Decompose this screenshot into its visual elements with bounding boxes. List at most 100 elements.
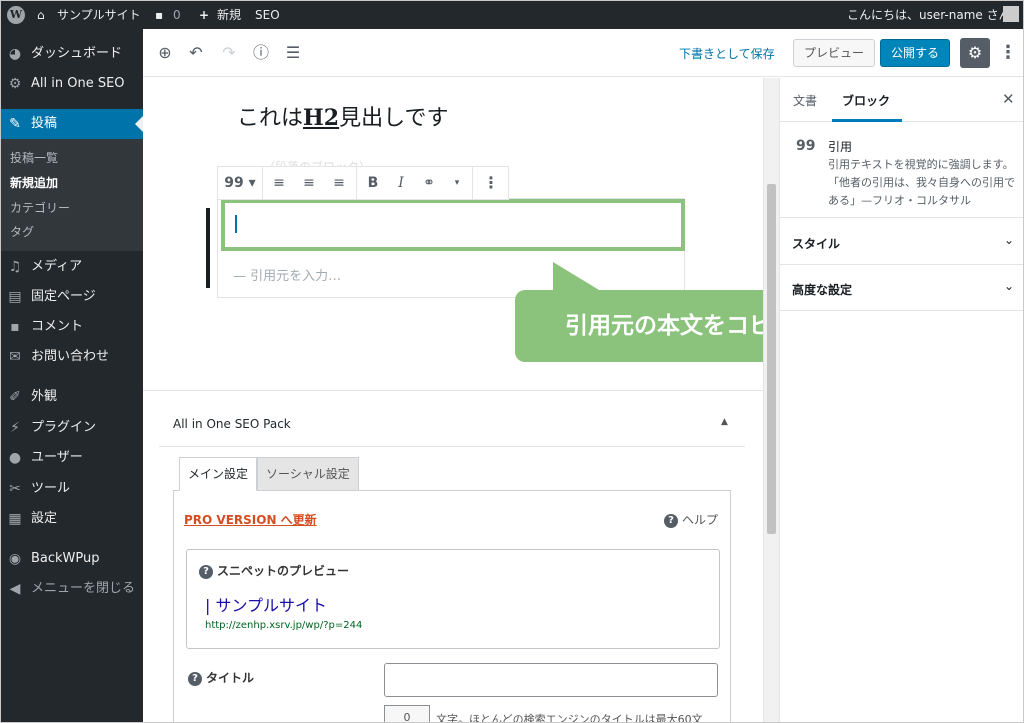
menu-users[interactable]: ● ユーザー xyxy=(1,443,143,473)
quote-text-input[interactable] xyxy=(221,199,685,251)
help-icon[interactable]: ? xyxy=(199,564,213,579)
plugin-icon: ⚡ xyxy=(10,420,20,436)
menu-media[interactable]: ♫ メディア xyxy=(1,252,143,282)
editor-scrollbar[interactable] xyxy=(763,78,779,722)
menu-collapse[interactable]: ◀ メニューを閉じる xyxy=(1,574,143,604)
panel-advanced[interactable]: 高度な設定 ⌄ xyxy=(780,265,1023,311)
menu-comments[interactable]: ▪ コメント xyxy=(1,312,143,342)
menu-contact[interactable]: ✉ お問い合わせ xyxy=(1,342,143,372)
panel-style[interactable]: スタイル ⌄ xyxy=(780,219,1023,265)
text-caret xyxy=(235,215,237,233)
link-icon[interactable]: ⚭ xyxy=(416,167,442,199)
menu-label: ツール xyxy=(31,481,71,496)
chevron-down-icon: ⌄ xyxy=(1003,279,1014,293)
comment-icon: ▪ xyxy=(10,319,20,335)
site-name-link[interactable]: サンプルサイト xyxy=(57,1,141,29)
seo-title-input[interactable] xyxy=(384,663,718,697)
info-icon[interactable]: ⓘ xyxy=(250,42,272,64)
help-link[interactable]: ? ヘルプ xyxy=(664,511,718,528)
heading-text-strong: H2 xyxy=(303,105,340,131)
page-icon: ▤ xyxy=(8,289,22,305)
seo-metabox: All in One SEO Pack ▲ メイン設定 ソーシャル設定 PRO … xyxy=(143,390,763,722)
menu-label: All in One SEO xyxy=(31,76,125,91)
menu-label: 外観 xyxy=(31,389,58,404)
user-greeting[interactable]: こんにちは、user-name さん xyxy=(847,1,1011,29)
block-more-icon[interactable]: ⋮ xyxy=(478,167,504,199)
align-left-icon[interactable]: ≡ xyxy=(266,167,292,199)
menu-dashboard[interactable]: ◕ ダッシュボード xyxy=(1,39,143,69)
new-link[interactable]: 新規 xyxy=(217,1,241,29)
close-icon[interactable]: ✕ xyxy=(1002,90,1015,108)
wordpress-logo-icon[interactable] xyxy=(7,6,25,24)
tab-document[interactable]: 文書 xyxy=(793,92,817,109)
home-icon[interactable]: ⌂ xyxy=(37,1,45,29)
menu-posts[interactable]: ✎ 投稿 xyxy=(1,109,143,139)
tab-main-settings[interactable]: メイン設定 xyxy=(179,457,258,491)
settings-gear-icon[interactable]: ⚙ xyxy=(960,38,990,68)
menu-tools[interactable]: ✂ ツール xyxy=(1,474,143,504)
toolbar-divider xyxy=(356,167,357,199)
block-toolbar: 99 ▾ ≡ ≡ ≡ B I ⚭ ▾ ⋮ xyxy=(217,166,509,200)
menu-all-in-one-seo[interactable]: ⚙ All in One SEO xyxy=(1,69,143,99)
menu-label: プラグイン xyxy=(31,420,97,435)
block-navigation-icon[interactable]: ☰ xyxy=(282,42,304,64)
menu-plugins[interactable]: ⚡ プラグイン xyxy=(1,413,143,443)
panel-advanced-label: 高度な設定 xyxy=(792,283,853,297)
avatar[interactable] xyxy=(1003,6,1019,22)
save-draft-button[interactable]: 下書きとして保存 xyxy=(679,45,775,62)
title-label-text: タイトル xyxy=(206,671,255,685)
undo-icon[interactable]: ↶ xyxy=(185,42,207,64)
editor-canvas: これはH2見出しです （段落のブロック） — 引用元を入力… 99 ▾ ≡ ≡ … xyxy=(143,78,891,722)
gear-icon: ⚙ xyxy=(8,76,22,92)
menu-label: メディア xyxy=(31,259,83,274)
quote-icon: 99 xyxy=(796,138,816,154)
char-count-box: 0 xyxy=(384,705,430,722)
publish-button[interactable]: 公開する xyxy=(880,39,950,67)
submenu-tags[interactable]: タグ xyxy=(10,221,34,243)
submenu-add-new[interactable]: 新規追加 xyxy=(10,172,58,194)
align-center-icon[interactable]: ≡ xyxy=(296,167,322,199)
menu-label: BackWPup xyxy=(31,551,100,566)
comment-count[interactable]: 0 xyxy=(173,1,181,29)
bold-icon[interactable]: B xyxy=(360,167,386,199)
heading-block[interactable]: これはH2見出しです xyxy=(237,100,448,132)
wrench-icon: ✂ xyxy=(9,481,21,497)
seo-link[interactable]: SEO xyxy=(255,1,280,29)
block-card: 99 引用 引用テキストを視覚的に強調します。「他者の引用は、我々自身への引用で… xyxy=(780,122,1023,218)
scrollbar-thumb[interactable] xyxy=(767,184,776,534)
redo-icon[interactable]: ↷ xyxy=(218,42,240,64)
help-icon[interactable]: ? xyxy=(188,671,202,686)
menu-settings[interactable]: ▦ 設定 xyxy=(1,504,143,534)
menu-label: メニューを閉じる xyxy=(31,581,136,596)
more-formats-chevron-icon[interactable]: ▾ xyxy=(448,167,466,199)
metabox-title[interactable]: All in One SEO Pack xyxy=(173,417,291,431)
panel-style-label: スタイル xyxy=(792,237,841,251)
pro-version-link[interactable]: PRO VERSION へ更新 xyxy=(184,511,317,528)
tab-social-settings[interactable]: ソーシャル設定 xyxy=(257,457,359,491)
title-field-label: ? タイトル xyxy=(188,669,254,686)
submenu-all-posts[interactable]: 投稿一覧 xyxy=(10,147,58,169)
collapse-arrow-icon[interactable]: ▲ xyxy=(721,417,728,427)
add-block-icon[interactable]: ⊕ xyxy=(154,42,176,64)
backwpup-icon: ◉ xyxy=(8,551,22,567)
user-icon: ● xyxy=(8,450,22,466)
align-right-icon[interactable]: ≡ xyxy=(326,167,352,199)
more-options-icon[interactable]: ⋮ xyxy=(999,38,1017,68)
pin-icon: ✎ xyxy=(9,116,21,132)
help-label: ヘルプ xyxy=(682,513,719,527)
menu-label: お問い合わせ xyxy=(31,349,110,364)
menu-appearance[interactable]: ✐ 外観 xyxy=(1,382,143,412)
preview-button[interactable]: プレビュー xyxy=(793,39,875,67)
menu-backwpup[interactable]: ◉ BackWPup xyxy=(1,544,143,574)
menu-pages[interactable]: ▤ 固定ページ xyxy=(1,282,143,312)
citation-input[interactable]: — 引用元を入力… xyxy=(233,265,341,284)
tab-block[interactable]: ブロック xyxy=(842,92,890,109)
snippet-title: | サンプルサイト xyxy=(205,596,327,615)
menu-label: 固定ページ xyxy=(31,289,96,304)
block-type-switcher[interactable]: 99 ▾ xyxy=(222,167,258,199)
submenu-categories[interactable]: カテゴリー xyxy=(10,197,70,219)
snippet-preview: ? スニペットのプレビュー | サンプルサイト http://zenhp.xsrv… xyxy=(186,549,720,649)
comment-icon[interactable]: ▪ xyxy=(155,1,163,29)
heading-text-suffix: 見出しです xyxy=(339,106,449,131)
italic-icon[interactable]: I xyxy=(388,167,414,199)
